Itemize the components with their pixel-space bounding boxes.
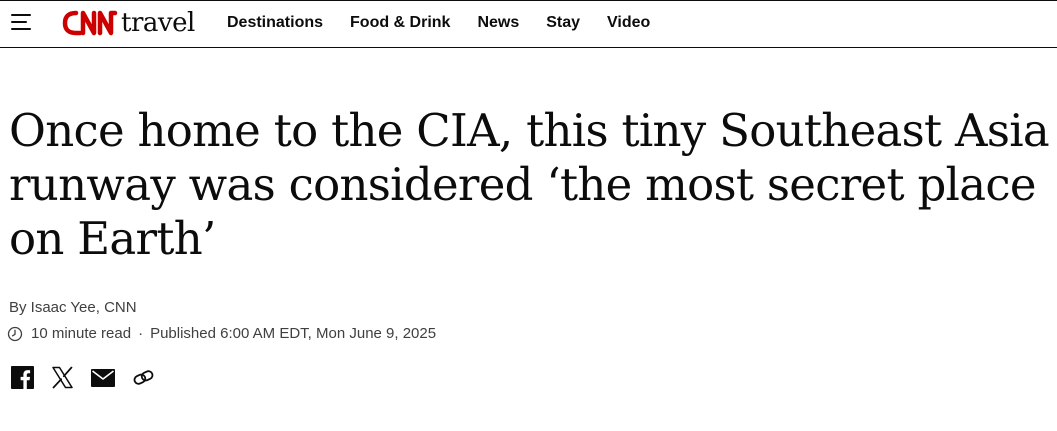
cnn-travel-logo[interactable]: travel: [62, 8, 195, 38]
logo-text: travel: [121, 8, 195, 38]
byline: By Isaac Yee, CNN: [9, 299, 137, 316]
cnn-logo-icon: [62, 10, 118, 36]
article-meta: 10 minute read · Published 6:00 AM EDT, …: [7, 325, 436, 343]
x-icon[interactable]: [51, 366, 74, 389]
email-icon[interactable]: [91, 368, 115, 387]
meta-separator: ·: [138, 325, 144, 342]
link-icon[interactable]: [132, 366, 155, 389]
nav-item-destinations[interactable]: Destinations: [227, 13, 323, 33]
article-headline: Once home to the CIA, this tiny Southeas…: [9, 104, 1050, 265]
nav-item-food-drink[interactable]: Food & Drink: [350, 13, 450, 33]
top-navigation-bar: travel Destinations Food & Drink News St…: [0, 0, 1057, 48]
share-bar: [11, 366, 172, 389]
read-time: 10 minute read: [31, 325, 132, 342]
nav-item-stay[interactable]: Stay: [546, 13, 580, 33]
nav-item-video[interactable]: Video: [607, 13, 650, 33]
published-timestamp: Published 6:00 AM EDT, Mon June 9, 2025: [150, 325, 437, 342]
clock-icon: [7, 326, 23, 342]
facebook-icon[interactable]: [11, 366, 34, 389]
hamburger-menu-icon[interactable]: [11, 14, 33, 32]
main-nav: Destinations Food & Drink News Stay Vide…: [227, 13, 677, 33]
nav-item-news[interactable]: News: [477, 13, 519, 33]
